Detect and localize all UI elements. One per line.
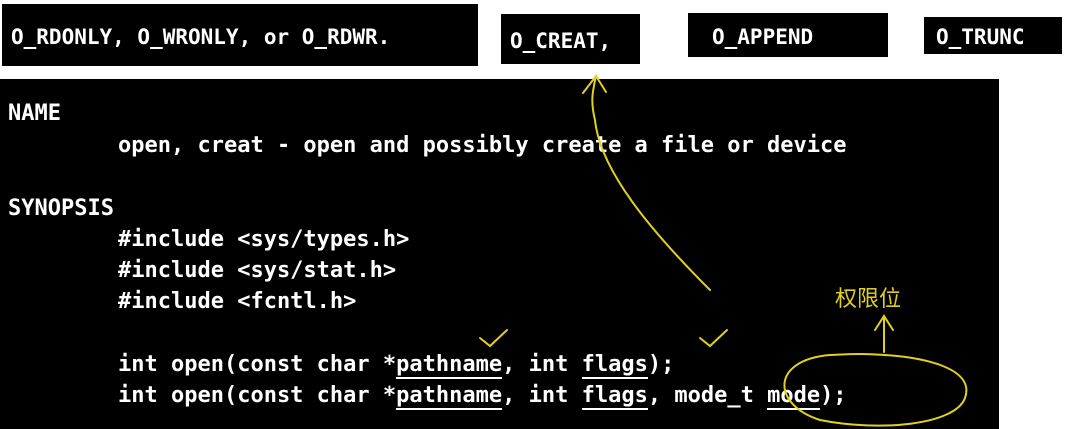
- flag-creat-label: O_CREAT,: [510, 29, 612, 53]
- proto1-pathname: pathname: [396, 352, 503, 379]
- flag-trunc-box: O_TRUNC: [924, 17, 1062, 54]
- proto2-mode-name: mode: [767, 383, 821, 410]
- proto2-mid: , int: [502, 383, 582, 408]
- flag-access-modes-label: O_RDONLY, O_WRONLY, or O_RDWR.: [11, 25, 391, 49]
- proto2-sep: ,: [647, 383, 675, 408]
- proto2-flags: flags: [581, 383, 648, 410]
- name-description: open, creat - open and possibly create a…: [118, 133, 847, 158]
- flag-creat-box: O_CREAT,: [501, 14, 640, 64]
- include-sys-stat: #include <sys/stat.h>: [118, 258, 397, 283]
- include-sys-types: #include <sys/types.h>: [118, 227, 410, 252]
- man-page-terminal: NAME open, creat - open and possibly cre…: [0, 79, 999, 429]
- open-prototype-1: int open(const char *pathname, int flags…: [118, 352, 675, 379]
- proto2-mode-space: [754, 383, 767, 408]
- flag-append-box: O_APPEND: [688, 13, 888, 57]
- flag-trunc-label: O_TRUNC: [936, 25, 1025, 49]
- open-prototype-2: int open(const char *pathname, int flags…: [118, 383, 847, 410]
- flag-access-modes-box: O_RDONLY, O_WRONLY, or O_RDWR.: [2, 4, 478, 66]
- proto2-suffix: );: [820, 383, 847, 408]
- flag-append-label: O_APPEND: [712, 25, 814, 49]
- proto2-pathname: pathname: [396, 383, 503, 410]
- include-fcntl: #include <fcntl.h>: [118, 289, 357, 314]
- proto1-prefix: int open(const char *: [118, 352, 397, 377]
- proto1-suffix: );: [647, 352, 675, 377]
- synopsis-heading: SYNOPSIS: [8, 196, 114, 221]
- proto2-mode-type: mode_t: [674, 383, 754, 408]
- proto1-mid: , int: [502, 352, 582, 377]
- name-heading: NAME: [8, 101, 61, 126]
- proto1-flags: flags: [581, 352, 648, 379]
- proto2-prefix: int open(const char *: [118, 383, 397, 408]
- permission-bits-annotation: 权限位: [835, 287, 902, 312]
